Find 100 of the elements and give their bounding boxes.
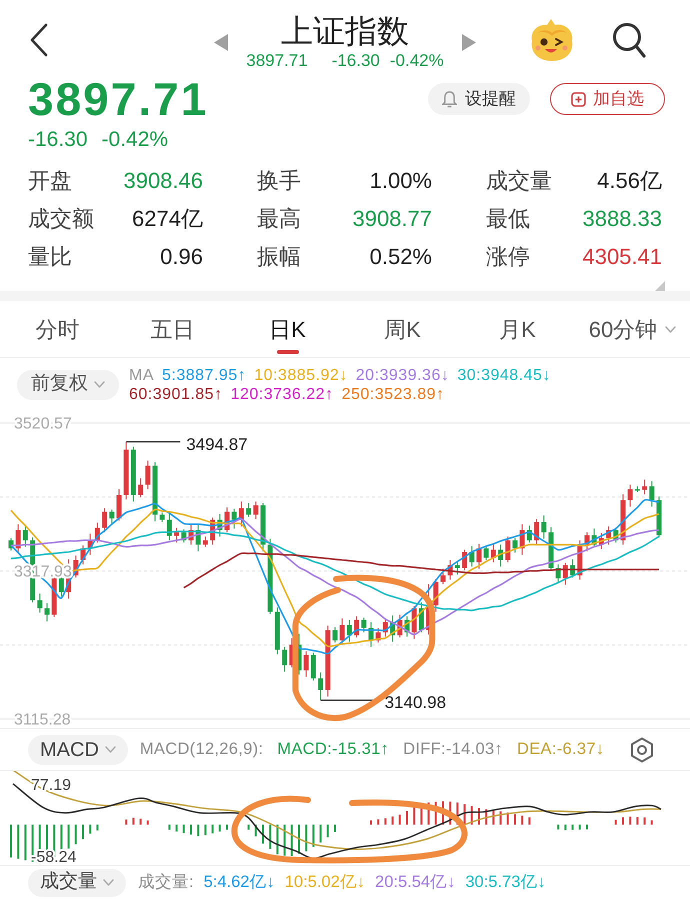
indicator-dropdown[interactable]: 成交量 [28, 868, 126, 896]
histogram-bar [492, 810, 494, 825]
stat-label: 开盘 [28, 166, 72, 194]
plus-square-icon [571, 92, 586, 106]
mascot-icon[interactable] [529, 19, 575, 61]
page-title: 上证指数 [281, 12, 409, 50]
indicator-value: 30:5.73亿↓ [465, 872, 546, 894]
settings-icon[interactable] [630, 736, 654, 762]
stat-value: 4305.41 [582, 242, 662, 270]
stat-value: 3888.33 [582, 204, 662, 232]
candlestick [440, 568, 446, 585]
back-icon[interactable] [30, 23, 48, 57]
header-price: 3897.71 [246, 50, 308, 72]
stat-label: 涨停 [486, 242, 530, 270]
stat-value: 0.96 [160, 242, 203, 270]
price-value: 3897.71 [28, 80, 208, 118]
axis-label: 3115.28 [14, 712, 71, 728]
candlestick [505, 536, 510, 563]
histogram-bar [269, 824, 272, 849]
histogram-bar [218, 824, 221, 832]
candlestick [628, 484, 633, 508]
histogram-bar [464, 804, 466, 825]
candlestick [253, 501, 258, 520]
indicator-value: 20:5.54亿↓ [375, 872, 456, 894]
histogram-bar [312, 824, 314, 847]
histogram-bar [384, 818, 386, 825]
low-price-label: 3140.98 [384, 693, 446, 712]
indicator-value: DEA:-6.37↓ [517, 739, 604, 760]
histogram-bar [204, 824, 206, 836]
stat-label: 成交量 [486, 166, 552, 194]
histogram-bar [146, 820, 149, 825]
adjust-dropdown[interactable]: 前复权 [17, 370, 119, 400]
candlestick [304, 650, 309, 678]
ma-value: 30:3948.45↓ [457, 366, 551, 384]
histogram-bar [644, 817, 646, 825]
candlestick [145, 460, 150, 490]
candlestick [340, 618, 345, 646]
histogram-bar [140, 818, 142, 825]
histogram-bar [449, 802, 452, 825]
stat-value: 6274亿 [132, 204, 203, 232]
chart-tab[interactable]: 60分钟 [575, 301, 690, 357]
left-triangle-icon[interactable] [214, 34, 228, 50]
indicator-params: MACD(12,26,9): [140, 739, 264, 760]
histogram-bar [506, 812, 509, 825]
ma-value: 5:3887.95↑ [162, 366, 246, 384]
histogram-bar [572, 824, 574, 830]
leader-line [126, 441, 180, 442]
candlestick [116, 488, 122, 522]
indicator-value: 5:4.62亿↓ [204, 872, 275, 894]
ma-value: 20:3939.36↓ [356, 366, 450, 384]
histogram-bar [284, 824, 286, 856]
reminder-button[interactable]: 设提醒 [428, 83, 530, 115]
header-change: -16.30 [332, 50, 380, 72]
candlestick [174, 527, 180, 543]
candlestick [318, 672, 324, 701]
chart-tab[interactable]: 分时 [0, 301, 115, 357]
histogram-bar [290, 824, 293, 856]
stat-label: 最低 [486, 204, 530, 232]
stat-label: 最高 [257, 204, 301, 232]
search-icon[interactable] [612, 22, 646, 58]
candlestick [160, 512, 165, 523]
histogram-bar [17, 824, 20, 859]
stat-label: 振幅 [257, 242, 301, 270]
ma-label: MA [129, 366, 154, 384]
histogram-bar [557, 824, 560, 830]
chart-tab[interactable]: 日K [230, 301, 345, 357]
histogram-bar [614, 820, 617, 825]
candlestick [246, 502, 252, 518]
candlestick [454, 560, 460, 576]
histogram-bar [578, 824, 581, 830]
histogram-bar [254, 824, 257, 836]
ma-value: 60:3901.85↑ [129, 384, 223, 404]
histogram-bar [197, 824, 200, 836]
chart-tab[interactable]: 周K [345, 301, 460, 357]
chevron-down-icon [103, 879, 114, 886]
stat-value: 4.56亿 [597, 166, 662, 194]
corner-triangle-icon [655, 281, 665, 291]
change-percent: -0.42% [102, 126, 168, 153]
histogram-bar [456, 802, 458, 825]
chart-tab[interactable]: 五日 [115, 301, 230, 357]
chart-tab[interactable]: 月K [460, 301, 575, 357]
candlestick [346, 619, 352, 642]
histogram-bar [212, 824, 214, 834]
right-triangle-icon[interactable] [462, 34, 476, 50]
indicator-dropdown[interactable]: MACD [28, 734, 128, 764]
chevron-down-icon [104, 746, 116, 753]
candlestick [102, 508, 108, 533]
stat-value: 0.52% [370, 242, 432, 270]
histogram-bar [485, 809, 488, 825]
histogram-bar [276, 824, 278, 854]
histogram-bar [176, 824, 178, 832]
histogram-bar [428, 802, 430, 825]
histogram-bar [470, 806, 473, 825]
histogram-bar [434, 802, 437, 825]
histogram-bar [248, 824, 250, 830]
add-watchlist-button[interactable]: 加自选 [550, 83, 665, 115]
stat-label: 量比 [28, 242, 72, 270]
indicator-value: DIFF:-14.03↑ [403, 739, 503, 760]
chevron-down-icon [94, 381, 105, 388]
histogram-bar [68, 824, 70, 849]
